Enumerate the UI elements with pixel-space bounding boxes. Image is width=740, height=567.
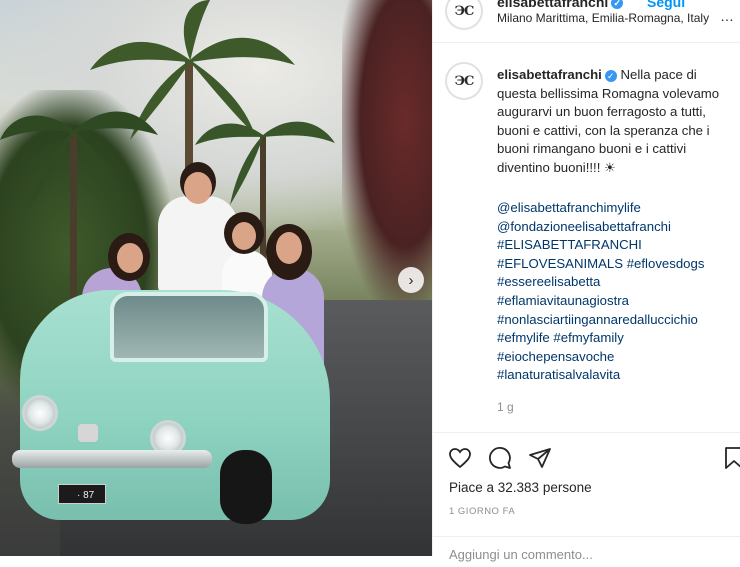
hashtag-link[interactable]: #lanaturatisalvalavita: [497, 366, 737, 385]
username-link[interactable]: elisabettafranchi ✓: [497, 0, 624, 10]
car-wheel: [220, 450, 272, 524]
post-photo[interactable]: · 87 ›: [0, 0, 432, 556]
comment-bar: [433, 536, 740, 567]
save-button[interactable]: [721, 445, 740, 471]
verified-badge-icon: ✓: [611, 0, 624, 10]
next-photo-button[interactable]: ›: [398, 267, 424, 293]
share-button[interactable]: [527, 445, 553, 471]
action-bar: [433, 432, 740, 479]
car-logo: [78, 424, 98, 442]
bookmark-icon: [725, 447, 740, 469]
person-face: [276, 232, 302, 264]
foliage-right: [342, 0, 432, 300]
hashtag-link[interactable]: #eflamiavitaunagiostra: [497, 292, 737, 311]
license-plate-text: · 87: [77, 490, 95, 501]
person-face: [184, 172, 212, 204]
chevron-right-icon: ›: [408, 271, 414, 289]
verified-badge-icon: ✓: [604, 69, 617, 82]
hashtag-link[interactable]: #eiochepensavoche: [497, 348, 737, 367]
mention-link[interactable]: @fondazioneelisabettafranchi: [497, 218, 737, 237]
likes-count[interactable]: Piace a 32.383 persone: [449, 480, 592, 495]
brand-logo-icon: ЭC: [454, 73, 475, 89]
license-plate: · 87: [58, 484, 106, 504]
share-icon: [529, 448, 551, 468]
avatar[interactable]: ЭC: [445, 0, 483, 30]
like-button[interactable]: [447, 445, 473, 471]
caption-body: Nella pace di questa bellissima Romagna …: [497, 67, 720, 175]
hashtag-link[interactable]: #ELISABETTAFRANCHI: [497, 236, 737, 255]
post-sidebar: ЭC elisabettafranchi ✓ Segui Milano Marit…: [432, 0, 740, 562]
more-options-icon[interactable]: …: [720, 8, 735, 24]
car-headlight: [22, 395, 58, 431]
person-face: [117, 243, 143, 273]
hashtag-link[interactable]: #nonlasciartiingannaredalluccichio: [497, 311, 737, 330]
hashtag-link[interactable]: #efmylife #efmyfamily: [497, 329, 737, 348]
caption-avatar[interactable]: ЭC: [445, 62, 483, 100]
brand-logo-icon: ЭC: [454, 3, 475, 19]
comment-button[interactable]: [487, 445, 513, 471]
caption-text: elisabettafranchi ✓ Nella pace di questa …: [497, 66, 729, 178]
post-header: ЭC elisabettafranchi ✓ Segui Milano Marit…: [433, 0, 740, 43]
mention-link[interactable]: @elisabettafranchimylife: [497, 199, 737, 218]
heart-icon: [449, 448, 471, 469]
follow-button[interactable]: Segui: [647, 0, 685, 10]
username-text[interactable]: elisabettafranchi: [497, 0, 608, 10]
location-link[interactable]: Milano Marittima, Emilia-Romagna, Italy: [497, 11, 709, 25]
hashtag-list: @elisabettafranchimylife @fondazioneelis…: [497, 199, 737, 385]
comment-input[interactable]: [449, 547, 739, 562]
caption-username[interactable]: elisabettafranchi: [497, 67, 602, 82]
car-bumper: [12, 450, 212, 468]
caption-time-ago: 1 g: [497, 400, 514, 414]
car-windshield: [110, 292, 268, 362]
hashtag-link[interactable]: #essereelisabetta: [497, 273, 737, 292]
post-date: 1 GIORNO FA: [449, 506, 516, 517]
comment-icon: [489, 447, 511, 469]
hashtag-link[interactable]: #EFLOVESANIMALS #eflovesdogs: [497, 255, 737, 274]
person-face: [232, 222, 256, 250]
